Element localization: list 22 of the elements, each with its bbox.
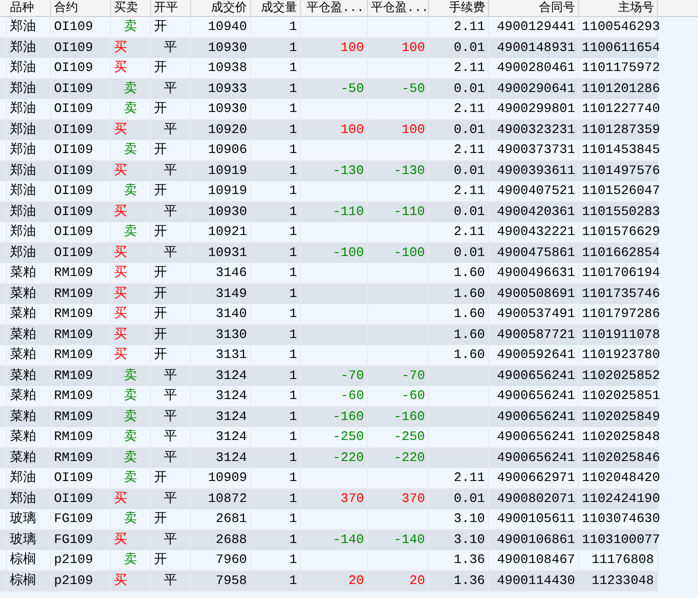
table-cell: 20 bbox=[368, 570, 429, 592]
table-cell: p2109 bbox=[51, 570, 111, 592]
table-cell: 买 bbox=[111, 570, 151, 592]
column-header[interactable]: 平仓盈... bbox=[368, 0, 429, 16]
column-header[interactable]: 合同号 bbox=[489, 0, 579, 16]
table-cell: 4900114430 bbox=[489, 570, 579, 592]
table-cell: 11233048 bbox=[579, 570, 658, 592]
column-header[interactable]: 成交量 bbox=[251, 0, 301, 16]
column-header[interactable]: 品种 bbox=[7, 0, 51, 16]
table-cell: 平 bbox=[151, 570, 191, 592]
column-header[interactable]: 平仓盈... bbox=[301, 0, 368, 16]
column-header[interactable]: 开平 bbox=[151, 0, 191, 16]
table-cell: 1 bbox=[251, 570, 301, 592]
column-header[interactable]: 买卖 bbox=[111, 0, 151, 16]
table-cell: 棕榈 bbox=[7, 570, 51, 592]
table-cell: 20 bbox=[301, 570, 368, 592]
table-cell: 1.36 bbox=[429, 570, 489, 592]
column-header[interactable]: 合约 bbox=[51, 0, 111, 16]
column-header[interactable]: 主场号 bbox=[579, 0, 658, 16]
column-header[interactable]: 手续费 bbox=[429, 0, 489, 16]
column-header[interactable]: 成交价 bbox=[191, 0, 251, 16]
table-cell: 7958 bbox=[191, 570, 251, 592]
